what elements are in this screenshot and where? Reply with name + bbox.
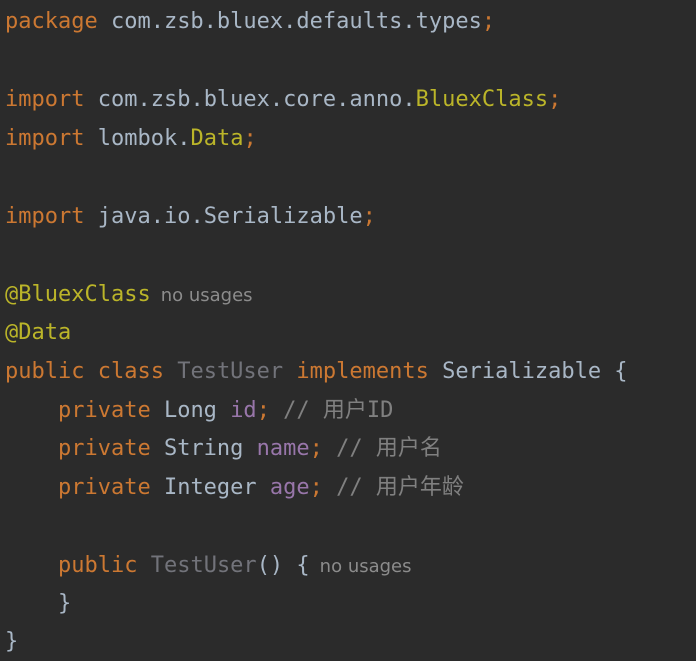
code-line-annotation-data: @Data bbox=[5, 313, 71, 352]
keyword-public: public bbox=[57, 553, 138, 578]
field-id: id bbox=[230, 398, 257, 423]
keyword-private: private bbox=[57, 398, 151, 423]
code-line-field-age: private Integer age; // 用户年龄 bbox=[5, 468, 464, 507]
keyword-import: import bbox=[5, 87, 85, 112]
code-line-constructor-close: } bbox=[5, 584, 71, 623]
field-name: name bbox=[256, 436, 310, 461]
code-line-field-name: private String name; // 用户名 bbox=[5, 429, 442, 468]
keyword-import: import bbox=[5, 126, 85, 151]
code-line-import-serializable: import java.io.Serializable; bbox=[5, 197, 376, 236]
type-string: String bbox=[150, 436, 257, 461]
code-line-import-lombok: import lombok.Data; bbox=[5, 119, 257, 158]
keyword-public: public bbox=[5, 359, 85, 384]
semicolon: ; bbox=[309, 436, 323, 461]
constructor-name: TestUser bbox=[137, 553, 257, 578]
type-integer: Integer bbox=[150, 475, 270, 500]
semicolon: ; bbox=[243, 126, 257, 151]
keyword-private: private bbox=[57, 436, 151, 461]
import-path: lombok. bbox=[84, 126, 191, 151]
comment-age: // 用户年龄 bbox=[322, 475, 464, 500]
code-line-constructor: public TestUser() { no usages bbox=[5, 546, 412, 585]
code-line-import-bluexclass: import com.zsb.bluex.core.anno.BluexClas… bbox=[5, 80, 561, 119]
semicolon: ; bbox=[362, 204, 376, 229]
code-line-field-id: private Long id; // 用户ID bbox=[5, 391, 393, 430]
code-line-annotation-bluexclass: @BluexClass no usages bbox=[5, 275, 253, 314]
comment-name: // 用户名 bbox=[322, 436, 442, 461]
constructor-params: () { bbox=[256, 553, 310, 578]
code-line-class-declaration: public class TestUser implements Seriali… bbox=[5, 352, 628, 391]
semicolon: ; bbox=[256, 398, 270, 423]
import-path: java.io.Serializable bbox=[84, 204, 363, 229]
annotation-data: @Data bbox=[5, 320, 72, 345]
interface-name: Serializable { bbox=[442, 359, 628, 384]
import-path: com.zsb.bluex.core.anno. bbox=[84, 87, 416, 112]
inlay-hint-usages[interactable]: no usages bbox=[161, 285, 253, 306]
package-name: com.zsb.bluex.defaults.types bbox=[97, 9, 482, 34]
import-class-data: Data bbox=[190, 126, 244, 151]
closing-brace: } bbox=[5, 629, 19, 654]
annotation-bluexclass: @BluexClass bbox=[5, 282, 151, 307]
keyword-private: private bbox=[57, 475, 151, 500]
keyword-class: class bbox=[84, 359, 178, 384]
import-class-bluexclass: BluexClass bbox=[415, 87, 549, 112]
code-line-package: package com.zsb.bluex.defaults.types; bbox=[5, 2, 495, 41]
semicolon: ; bbox=[309, 475, 323, 500]
inlay-hint-usages[interactable]: no usages bbox=[320, 556, 412, 577]
semicolon: ; bbox=[548, 87, 562, 112]
keyword-import: import bbox=[5, 204, 85, 229]
semicolon: ; bbox=[481, 9, 496, 34]
closing-brace: } bbox=[57, 591, 72, 616]
class-name: TestUser bbox=[177, 359, 284, 384]
code-line-class-close: } bbox=[5, 622, 18, 661]
keyword-package: package bbox=[5, 9, 98, 34]
field-age: age bbox=[269, 475, 310, 500]
comment-id: // 用户ID bbox=[269, 398, 394, 423]
type-long: Long bbox=[150, 398, 231, 423]
code-editor[interactable]: package com.zsb.bluex.defaults.types; im… bbox=[0, 0, 696, 661]
keyword-implements: implements bbox=[283, 359, 443, 384]
